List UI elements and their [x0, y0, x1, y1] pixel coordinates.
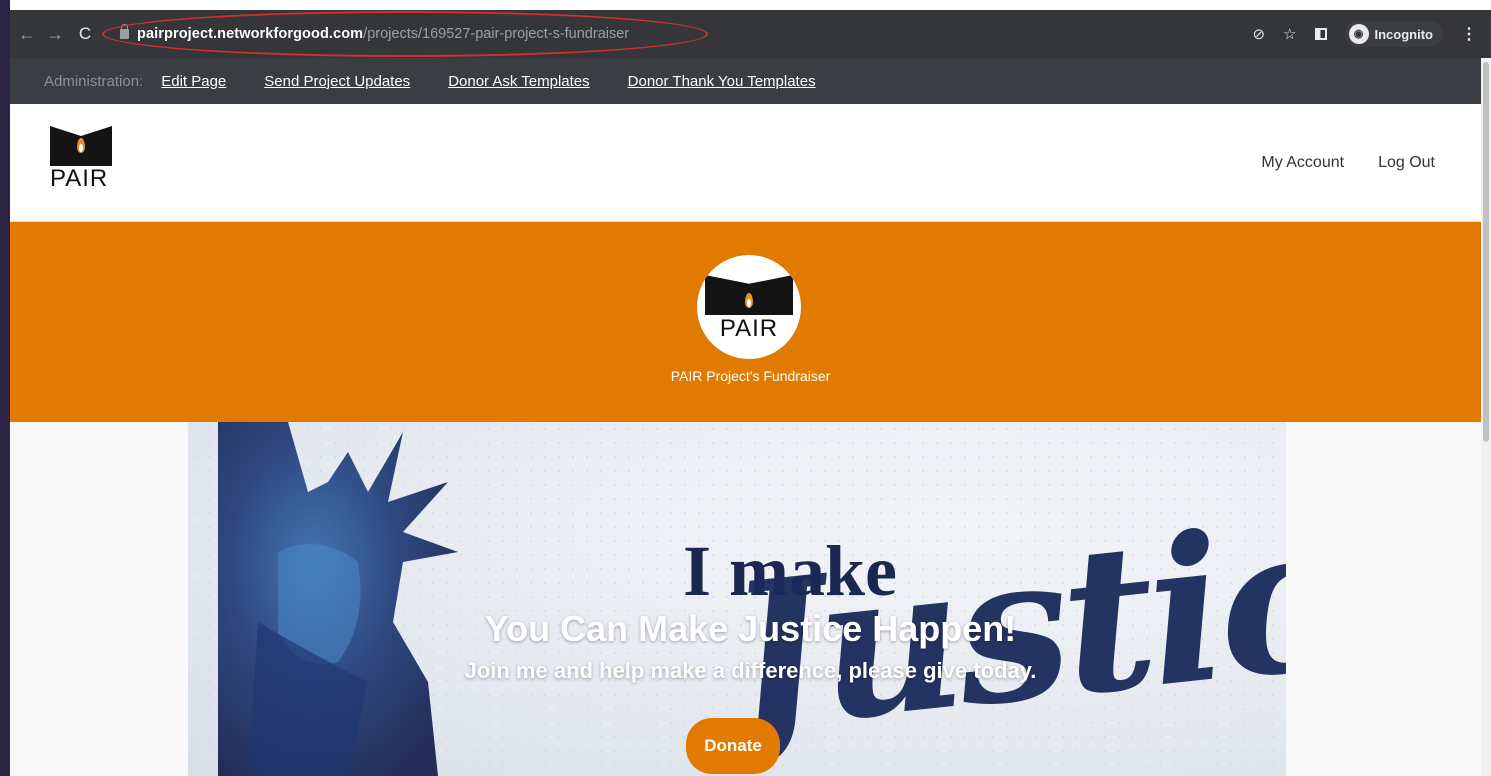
- incognito-badge[interactable]: ◉ Incognito: [1344, 21, 1443, 47]
- url-host: pairproject.networkforgood.com: [137, 26, 364, 42]
- forward-icon[interactable]: →: [44, 24, 66, 45]
- side-panel-icon[interactable]: [1314, 28, 1327, 40]
- back-icon[interactable]: ←: [16, 24, 38, 45]
- site-header: PAIR My Account Log Out: [10, 104, 1491, 222]
- banner-logo-mark: [705, 275, 793, 315]
- banner-logo: PAIR: [697, 255, 801, 359]
- pair-logo[interactable]: PAIR: [50, 126, 114, 192]
- incognito-label: Incognito: [1374, 26, 1434, 42]
- header-nav: My Account Log Out: [1261, 154, 1435, 172]
- page-scrollbar[interactable]: [1481, 58, 1491, 776]
- logo-word: PAIR: [50, 165, 109, 192]
- donate-button[interactable]: Donate: [686, 718, 780, 774]
- eye-off-icon[interactable]: ⊘: [1252, 25, 1265, 43]
- admin-bar: Administration: Edit Page Send Project U…: [10, 58, 1491, 104]
- bookmark-star-icon[interactable]: ☆: [1283, 25, 1296, 43]
- flame-icon: [77, 138, 85, 153]
- hero-headline: You Can Make Justice Happen!: [484, 608, 1017, 649]
- hero-section: I make Justice You Can Make Justice Happ…: [10, 422, 1491, 776]
- url-path: /projects/169527-pair-project-s-fundrais…: [363, 26, 630, 42]
- hero-subheadline: Join me and help make a difference, plea…: [464, 658, 1037, 683]
- window-left-edge: [0, 0, 10, 776]
- incognito-icon: ◉: [1348, 24, 1369, 44]
- fundraiser-banner: PAIR PAIR Project's Fundraiser: [10, 222, 1491, 422]
- donor-thank-you-templates-link[interactable]: Donor Thank You Templates: [628, 73, 816, 90]
- lock-icon[interactable]: [120, 24, 129, 39]
- fundraiser-title: PAIR Project's Fundraiser: [670, 368, 831, 384]
- logo-mark: [50, 126, 112, 166]
- address-bar[interactable]: pairproject.networkforgood.com/projects/…: [102, 11, 708, 57]
- my-account-link[interactable]: My Account: [1261, 154, 1344, 172]
- statue-of-liberty-illustration: [218, 422, 458, 776]
- menu-kebab-icon[interactable]: ⋮: [1461, 24, 1477, 44]
- admin-label: Administration:: [44, 72, 144, 90]
- reload-icon[interactable]: C: [74, 24, 96, 44]
- donor-ask-templates-link[interactable]: Donor Ask Templates: [448, 73, 589, 90]
- log-out-link[interactable]: Log Out: [1378, 154, 1435, 172]
- browser-toolbar: ← → C pairproject.networkforgood.com/pro…: [10, 10, 1491, 58]
- toolbar-right: ⊘ ☆ ◉ Incognito ⋮: [1252, 21, 1491, 47]
- send-project-updates-link[interactable]: Send Project Updates: [264, 73, 410, 90]
- flame-icon: [745, 293, 753, 308]
- scrollbar-thumb[interactable]: [1483, 62, 1489, 442]
- edit-page-link[interactable]: Edit Page: [161, 73, 226, 90]
- banner-logo-word: PAIR: [719, 315, 779, 342]
